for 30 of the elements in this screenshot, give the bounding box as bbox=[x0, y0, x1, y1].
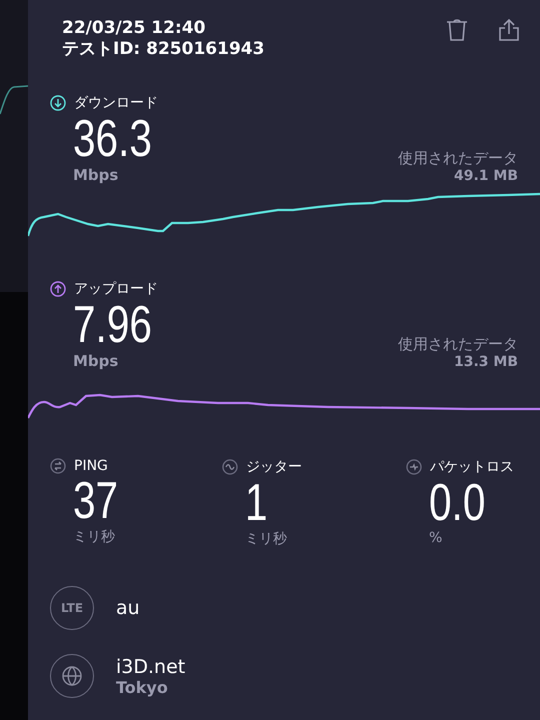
metric-value: 37 bbox=[73, 474, 118, 528]
speed-unit: Mbps bbox=[73, 166, 120, 184]
result-label: ダウンロード bbox=[74, 94, 158, 112]
data-used-value: 13.3 MB bbox=[454, 354, 518, 370]
metric-label: PING bbox=[74, 458, 108, 474]
metric-unit: ミリ秒 bbox=[73, 528, 116, 546]
metric-value: 0.0 bbox=[429, 476, 486, 530]
speed-value: 36.3 bbox=[73, 112, 152, 166]
network-type-badge: LTE bbox=[50, 586, 94, 630]
share-icon[interactable] bbox=[498, 18, 520, 42]
metric-label: パケットロス bbox=[430, 458, 514, 476]
metric-value: 1 bbox=[245, 476, 268, 530]
provider-name: au bbox=[116, 597, 140, 619]
metric-label: ジッター bbox=[246, 458, 302, 476]
data-used-label: 使用されたデータ bbox=[398, 335, 518, 354]
data-used-value: 49.1 MB bbox=[454, 168, 518, 184]
test-id: テストID: 8250161943 bbox=[62, 39, 264, 60]
metric-unit: % bbox=[429, 530, 444, 546]
speed-value: 7.96 bbox=[73, 298, 152, 352]
result-label: アップロード bbox=[74, 280, 158, 298]
ping-icon bbox=[50, 458, 66, 474]
globe-icon bbox=[50, 654, 94, 698]
speed-unit: Mbps bbox=[73, 352, 120, 370]
wave-icon bbox=[222, 459, 238, 475]
server-location: Tokyo bbox=[116, 678, 169, 696]
trash-icon[interactable] bbox=[446, 18, 468, 42]
data-used-label: 使用されたデータ bbox=[398, 149, 518, 168]
test-datetime: 22/03/25 12:40 bbox=[62, 18, 206, 39]
metric-unit: ミリ秒 bbox=[245, 530, 288, 548]
server-name: i3D.net bbox=[116, 656, 186, 678]
